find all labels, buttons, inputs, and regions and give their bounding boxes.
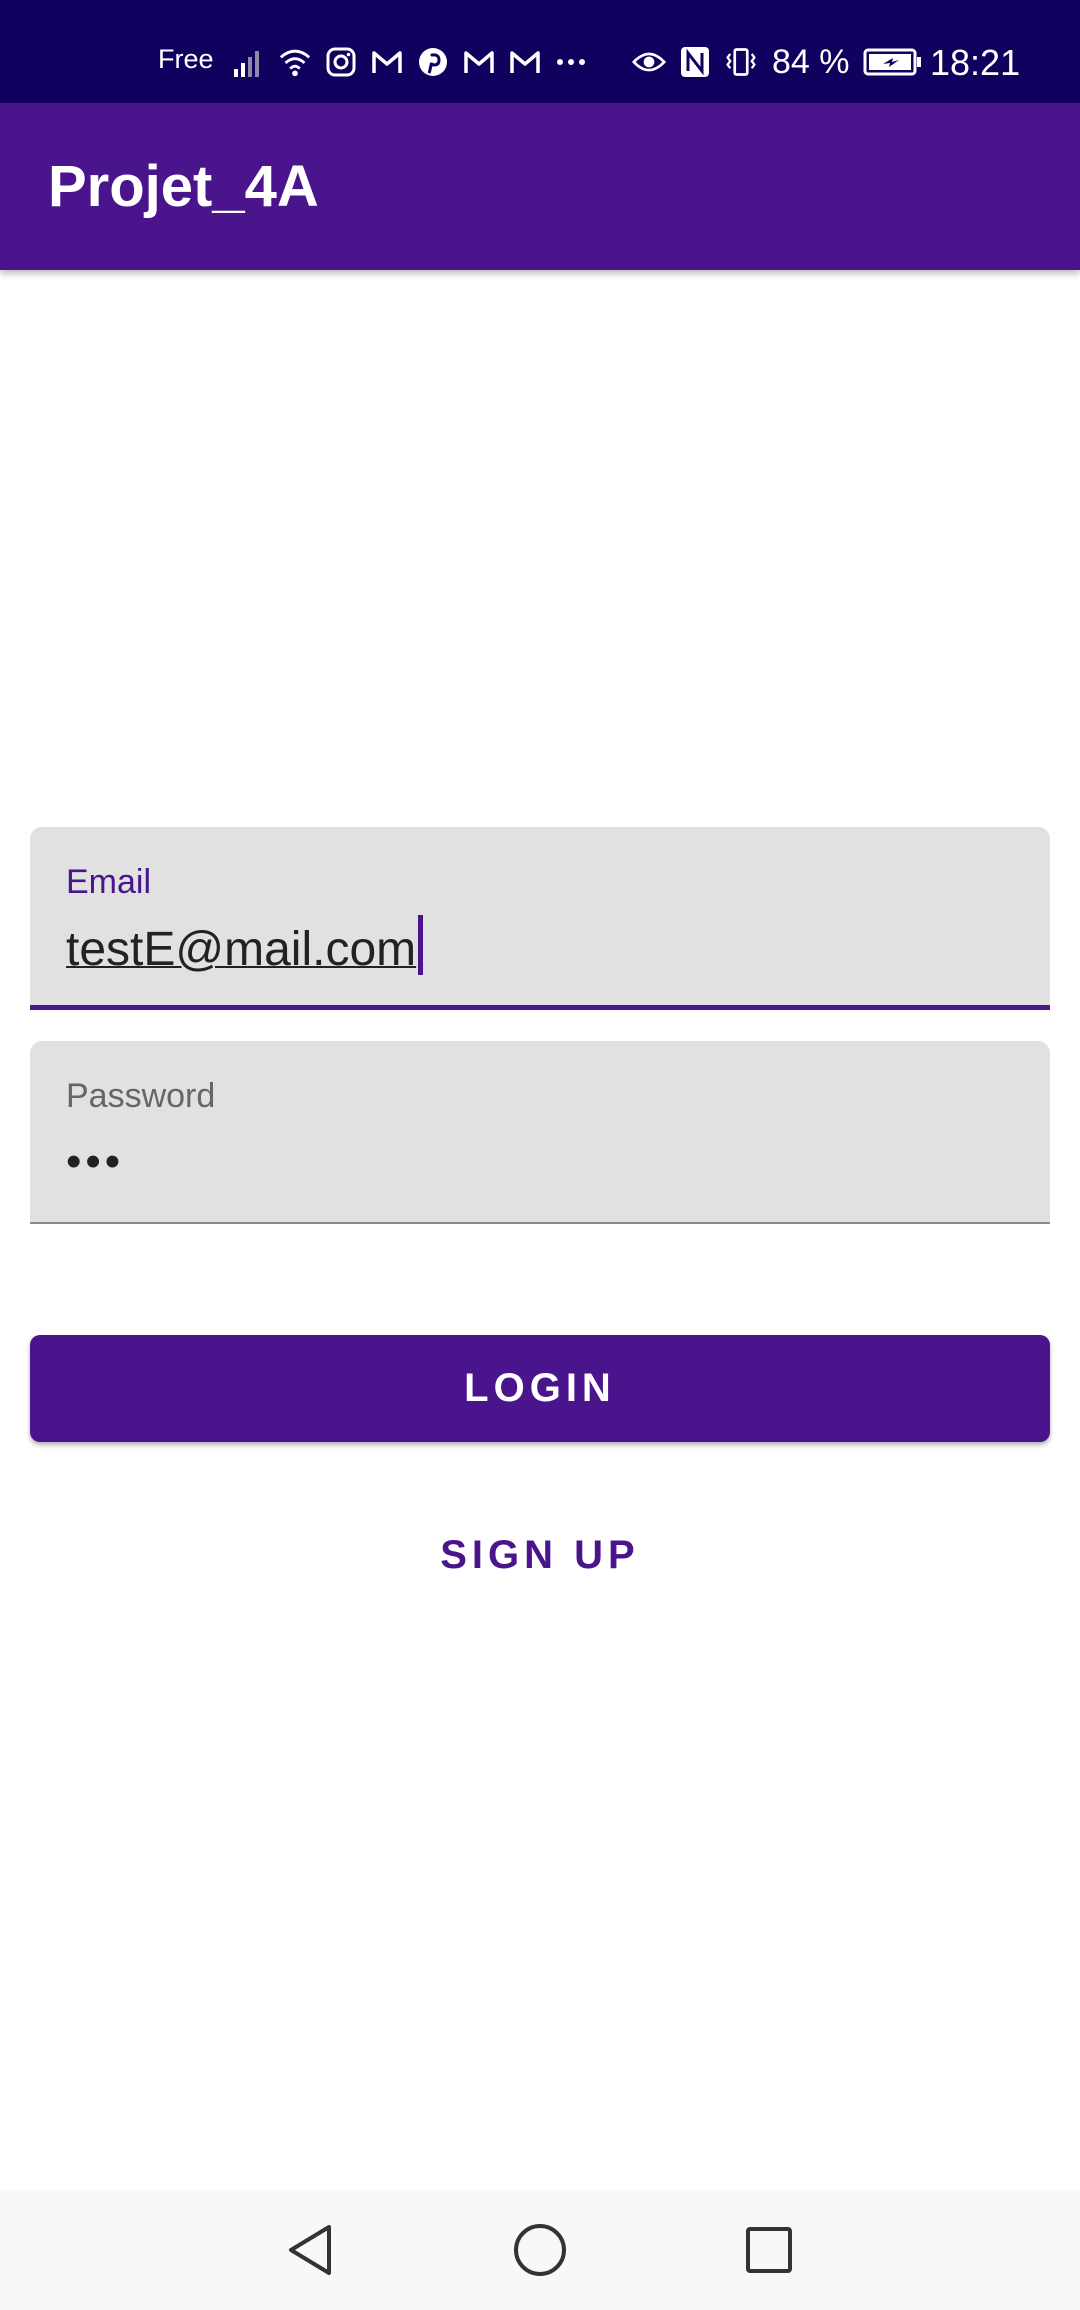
email-value: testE@mail.com [66,923,417,976]
email-label: Email [66,863,152,901]
eye-comfort-icon [632,45,666,79]
email-field[interactable]: Email testE@mail.com [30,827,1050,1010]
instagram-icon [324,45,358,79]
password-field[interactable]: Password ••• [30,1041,1050,1224]
wifi-icon [278,45,312,79]
battery-percent: 84 % [772,42,850,81]
pinterest-icon [416,45,450,79]
more-notifications-icon [554,45,588,79]
signal-icon [232,45,266,79]
password-label: Password [66,1077,216,1115]
vibrate-icon [724,45,758,79]
notification-icons [232,40,588,84]
nfc-icon [678,45,712,79]
gmail-icon [370,45,404,79]
page-title: Projet_4A [48,154,319,219]
text-cursor [418,915,424,975]
login-button[interactable]: LOGIN [30,1335,1050,1442]
recents-icon[interactable] [739,2220,799,2280]
status-bar: Free 84 % 18:21 [0,0,1080,103]
home-icon[interactable] [510,2220,570,2280]
gmail-icon [462,45,496,79]
system-icons: 84 % [632,40,924,84]
signup-button[interactable]: SIGN UP [380,1505,700,1605]
carrier-label: Free [158,44,214,74]
app-bar: Projet_4A [0,103,1080,270]
gmail-icon [508,45,542,79]
password-input[interactable]: ••• [66,1137,124,1187]
email-input[interactable]: testE@mail.com [66,915,424,977]
navigation-bar [0,2190,1080,2310]
clock: 18:21 [930,42,1021,83]
battery-charging-icon [862,45,924,79]
back-icon[interactable] [280,2220,340,2280]
